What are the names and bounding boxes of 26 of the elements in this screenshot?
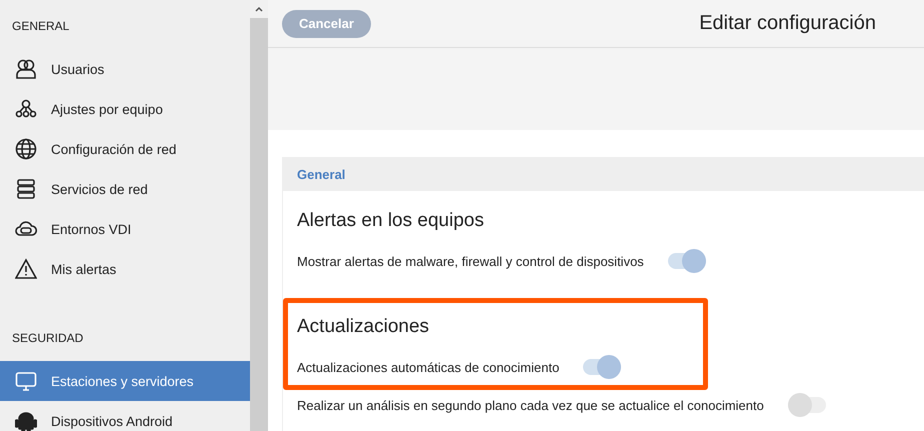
- setting-label: Mostrar alertas de malware, firewall y control de dispositivos: [297, 254, 644, 268]
- warning-icon: [15, 258, 37, 280]
- setting-label: Realizar un análisis en segundo plano cada vez que se actualice el conocimiento: [297, 398, 764, 412]
- network-icon: [15, 98, 37, 120]
- sidebar-item[interactable]: Usuarios: [0, 49, 250, 89]
- users-icon: [15, 58, 37, 80]
- sidebar-item[interactable]: Mis alertas: [0, 249, 250, 289]
- sidebar-item[interactable]: Entornos VDI: [0, 209, 250, 249]
- sidebar-item[interactable]: Estaciones y servidores: [0, 361, 250, 401]
- sidebar-item[interactable]: Servicios de red: [0, 169, 250, 209]
- monitor-icon: [15, 370, 37, 392]
- globe-icon: [15, 138, 37, 160]
- section-title: GENERAL: [11, 18, 70, 35]
- group-heading: Alertas en los equipos: [297, 209, 485, 233]
- android-icon: [15, 410, 37, 431]
- section-title: SEGURIDAD: [11, 330, 84, 347]
- server-icon: [15, 178, 37, 200]
- sidebar-item[interactable]: Dispositivos Android: [0, 401, 250, 431]
- sidebar-item[interactable]: Ajustes por equipo: [0, 89, 250, 129]
- setting-label: Actualizaciones automáticas de conocimiento: [297, 360, 560, 374]
- scrollbar[interactable]: [250, 0, 268, 431]
- page-title: Editar configuración: [699, 12, 876, 35]
- sidebar-item[interactable]: Configuración de red: [0, 129, 250, 169]
- scroll-up-icon[interactable]: [255, 6, 263, 12]
- group-heading: Actualizaciones: [297, 315, 430, 339]
- card-title: General: [283, 158, 924, 191]
